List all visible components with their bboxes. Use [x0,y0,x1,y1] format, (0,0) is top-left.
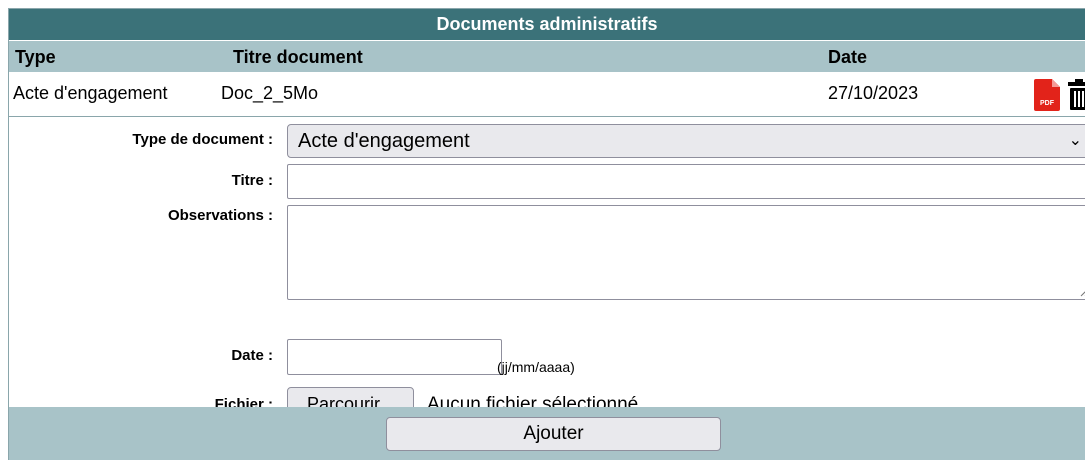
type-select[interactable]: Acte d'engagement ⌄ [287,124,1085,158]
date-label: Date : [231,347,273,364]
table-row: Acte d'engagement Doc_2_5Mo 27/10/2023 P… [9,72,1085,117]
type-select-value: Acte d'engagement [298,130,470,152]
trash-icon[interactable] [1068,78,1085,110]
resize-grip-icon[interactable] [1078,281,1085,297]
date-input[interactable] [287,339,502,375]
type-label: Type de document : [132,131,273,148]
observations-textarea[interactable] [287,205,1085,300]
row-type: Acte d'engagement [13,83,168,103]
header-titre: Titre document [233,47,363,67]
date-hint: (jj/mm/aaaa) [497,359,575,375]
svg-text:PDF: PDF [1040,100,1055,107]
titre-label: Titre : [231,172,273,189]
table-header: Type Titre document Date [9,41,1085,72]
panel-title: Documents administratifs [9,9,1085,41]
header-type: Type [15,47,56,67]
titre-input[interactable] [287,164,1085,199]
pdf-icon[interactable]: PDF [1034,79,1060,111]
add-button[interactable]: Ajouter [386,417,721,451]
row-date: 27/10/2023 [828,83,919,103]
form-footer: Ajouter [9,407,1085,460]
row-titre: Doc_2_5Mo [221,83,319,103]
header-date: Date [828,47,868,67]
observations-label: Observations : [167,207,273,224]
documents-panel: Documents administratifs Type Titre docu… [8,8,1085,460]
document-form: Type de document : Acte d'engagement ⌄ T… [9,117,1085,421]
chevron-down-icon: ⌄ [1068,132,1082,149]
